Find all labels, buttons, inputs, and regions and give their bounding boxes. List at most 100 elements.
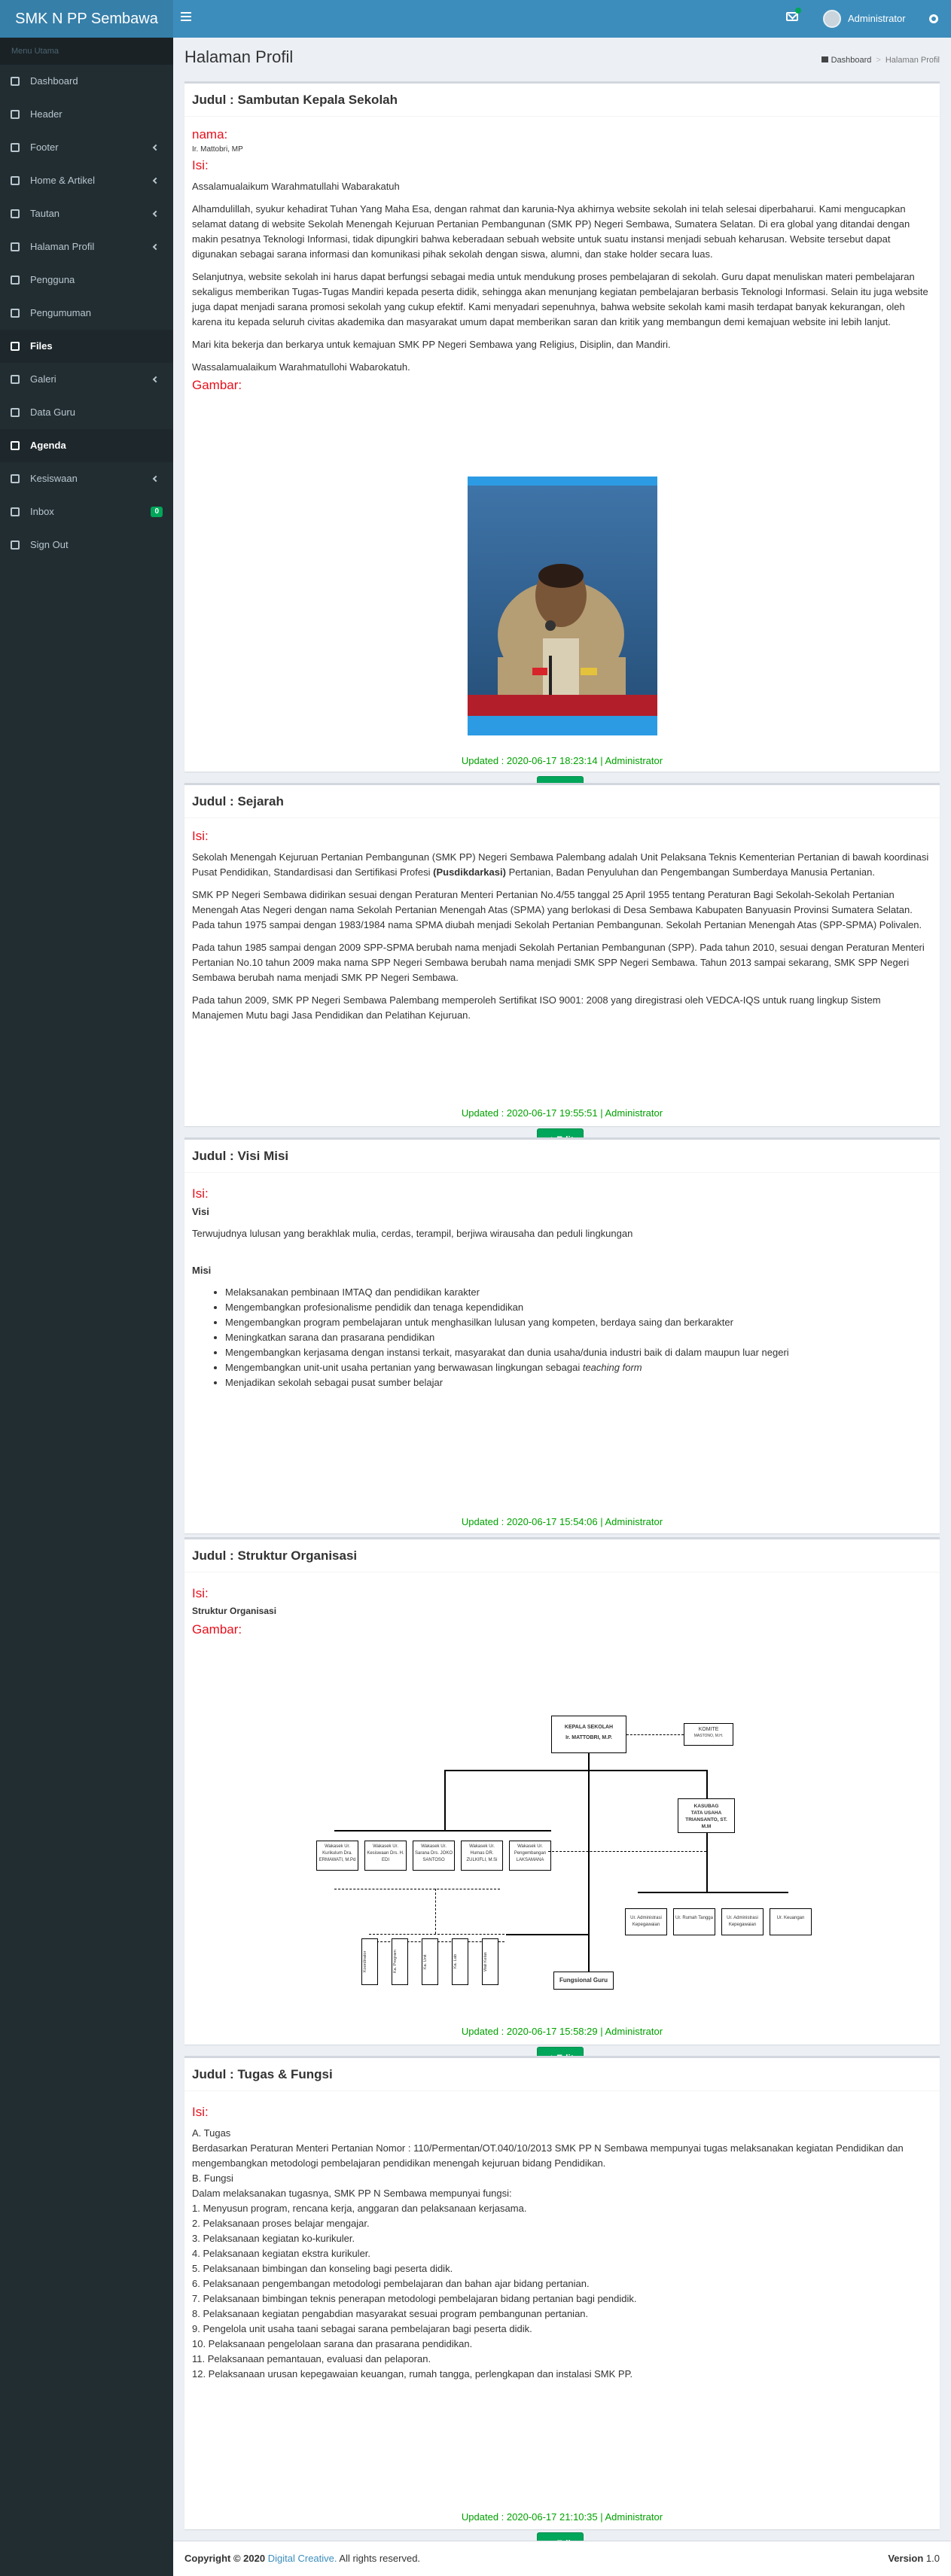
nama-value: Ir. Mattobri, MP bbox=[192, 145, 243, 154]
sidebar-item-halaman-profil[interactable]: Halaman Profil bbox=[0, 230, 173, 263]
org-chart: KEPALA SEKOLAH Ir. MATTOBRI, M.P. KOMITE… bbox=[316, 1716, 813, 2009]
sidebar-item-label: Pengumuman bbox=[30, 307, 91, 318]
dashed-connector bbox=[369, 1934, 504, 1935]
box-title: Judul : Sambutan Kepala Sekolah bbox=[184, 84, 940, 117]
sidebar-item-dashboard[interactable]: Dashboard bbox=[0, 65, 173, 98]
isi-label: Isi: bbox=[192, 158, 209, 172]
envelope-icon[interactable] bbox=[786, 12, 798, 21]
box-title: Judul : Sejarah bbox=[184, 785, 940, 818]
sidebar-item-label: Header bbox=[30, 108, 62, 120]
sidebar: Menu Utama Dashboard Header Footer Home & A… bbox=[0, 38, 173, 2576]
text-span: Pertanian, Badan Penyuluhan dan Pengemba… bbox=[505, 866, 875, 878]
text-line: B. Fungsi bbox=[192, 2173, 233, 2184]
sidebar-item-tautan[interactable]: Tautan bbox=[0, 197, 173, 230]
list-item: Meningkatkan sarana dan prasarana pendid… bbox=[225, 1330, 932, 1345]
org-box: Ur. Keuangan bbox=[770, 1908, 812, 1935]
page-title: Halaman Profil bbox=[184, 47, 294, 66]
org-box: Wali Kelas bbox=[482, 1938, 498, 1985]
sejarah-box: Judul : Sejarah Isi: Sekolah Menengah Ke… bbox=[184, 783, 940, 1151]
org-text: KASUBAG bbox=[693, 1804, 719, 1809]
struktur-box: Judul : Struktur Organisasi Isi: Struktu… bbox=[184, 1537, 940, 2069]
paragraph: Alhamdulillah, syukur kehadirat Tuhan Ya… bbox=[192, 203, 910, 260]
org-box: Ur. Rumah Tangga bbox=[673, 1908, 715, 1935]
paragraph: Pada tahun 1985 sampai dengan 2009 SPP-S… bbox=[192, 942, 925, 983]
chevron-left-icon bbox=[152, 210, 160, 218]
headmaster-photo bbox=[468, 477, 657, 735]
list-icon bbox=[11, 110, 20, 119]
paragraph: Assalamualaikum Warahmatullahi Wabarakat… bbox=[192, 181, 400, 192]
org-kepala: KEPALA SEKOLAH Ir. MATTOBRI, M.P. bbox=[551, 1716, 626, 1753]
version-label: Version bbox=[888, 2553, 924, 2564]
updated-text: Updated : 2020-06-17 19:55:51 | Administ… bbox=[461, 1107, 663, 1119]
sidebar-item-label: Galeri bbox=[30, 373, 56, 385]
org-line bbox=[638, 1892, 788, 1893]
chevron-left-icon bbox=[152, 243, 160, 251]
user-avatar[interactable] bbox=[823, 10, 841, 28]
org-text: Ir. MATTOBRI, M.P. bbox=[565, 1735, 612, 1740]
org-line bbox=[706, 1833, 708, 1892]
paragraph: Mari kita bekerja dan berkarya untuk kem… bbox=[192, 339, 671, 350]
box-title: Judul : Tugas & Fungsi bbox=[184, 2058, 940, 2091]
inbox-icon bbox=[11, 507, 20, 516]
settings-icon[interactable] bbox=[929, 14, 938, 23]
sidebar-item-header[interactable]: Header bbox=[0, 98, 173, 131]
bold-span: (Pusdikdarkasi) bbox=[433, 866, 506, 878]
list-item: Menjadikan sekolah sebagai pusat sumber … bbox=[225, 1375, 932, 1390]
breadcrumb-dashboard[interactable]: Dashboard bbox=[831, 56, 872, 65]
sidebar-item-pengumuman[interactable]: Pengumuman bbox=[0, 297, 173, 330]
sidebar-item-kesiswaan[interactable]: Kesiswaan bbox=[0, 462, 173, 495]
sidebar-item-label: Dashboard bbox=[30, 75, 78, 87]
list-icon bbox=[11, 143, 20, 152]
org-box: Wakasek Ur. Sarana Drs. JOKO SANTOSO bbox=[413, 1841, 455, 1871]
visi-text: Terwujudnya lulusan yang berakhlak mulia… bbox=[192, 1228, 633, 1239]
sambutan-box: Judul : Sambutan Kepala Sekolah nama: Ir… bbox=[184, 81, 940, 799]
footer: Copyright © 2020 Digital Creative. All r… bbox=[173, 2541, 951, 2576]
org-line bbox=[334, 1830, 551, 1832]
list-item: Mengembangkan profesionalisme pendidik d… bbox=[225, 1300, 932, 1315]
sidebar-item-label: Tautan bbox=[30, 208, 60, 219]
box-title: Judul : Struktur Organisasi bbox=[184, 1539, 940, 1573]
sidebar-item-label: Agenda bbox=[30, 440, 66, 451]
org-text: TRIANSANTO, ST. bbox=[685, 1817, 727, 1822]
chevron-left-icon bbox=[152, 177, 160, 184]
sidebar-item-pengguna[interactable]: Pengguna bbox=[0, 263, 173, 297]
isi-label: Isi: bbox=[192, 1586, 209, 1600]
sidebar-item-inbox[interactable]: Inbox 0 bbox=[0, 495, 173, 528]
sidebar-menu: Dashboard Header Footer Home & Artikel Tauta… bbox=[0, 65, 173, 562]
sidebar-item-sign-out[interactable]: Sign Out bbox=[0, 528, 173, 562]
sign-out-icon bbox=[11, 540, 20, 550]
text-line: 4. Pelaksanaan kegiatan ekstra kurikuler… bbox=[192, 2248, 371, 2259]
sidebar-item-agenda[interactable]: Agenda bbox=[0, 429, 173, 462]
org-box: Wakasek Ur. Kesiswaan Drs. H. EDI bbox=[364, 1841, 407, 1871]
users-icon bbox=[11, 408, 20, 417]
copyright-text: Copyright © 2020 bbox=[184, 2553, 266, 2564]
gambar-label: Gambar: bbox=[192, 378, 242, 392]
chevron-left-icon bbox=[152, 475, 160, 483]
tugas-text: A. Tugas Berdasarkan Peraturan Menteri Pe… bbox=[192, 2126, 932, 2382]
sejarah-text: Sekolah Menengah Kejuruan Pertanian Pemb… bbox=[192, 850, 932, 1023]
text-line: 11. Pelaksanaan pemantauan, evaluasi dan… bbox=[192, 2353, 431, 2364]
company-link[interactable]: Digital Creative. bbox=[268, 2553, 337, 2564]
paragraph: SMK PP Negeri Sembawa didirikan sesuai d… bbox=[192, 889, 922, 930]
sidebar-toggle-icon[interactable] bbox=[181, 12, 193, 24]
sidebar-item-files[interactable]: Files bbox=[0, 330, 173, 363]
isi-label: Isi: bbox=[192, 2105, 209, 2119]
sidebar-item-galeri[interactable]: Galeri bbox=[0, 363, 173, 396]
sidebar-item-footer[interactable]: Footer bbox=[0, 131, 173, 164]
link-icon bbox=[11, 209, 20, 218]
sidebar-item-home-artikel[interactable]: Home & Artikel bbox=[0, 164, 173, 197]
dashboard-icon bbox=[11, 77, 20, 86]
text-line: 7. Pelaksanaan bimbingan teknis penerapa… bbox=[192, 2293, 637, 2304]
user-menu[interactable]: Administrator bbox=[848, 0, 906, 38]
list-item: Mengembangkan unit-unit usaha pertanian … bbox=[225, 1360, 932, 1375]
sidebar-item-label: Files bbox=[30, 340, 53, 352]
box-title: Judul : Visi Misi bbox=[184, 1140, 940, 1173]
org-box: Wakasek Ur. Kurikulum Dra. ERMAWATI, M.P… bbox=[316, 1841, 358, 1871]
tugas-box: Judul : Tugas & Fungsi Isi: A. Tugas Berd… bbox=[184, 2056, 940, 2555]
paragraph: Selanjutnya, website sekolah ini harus d… bbox=[192, 271, 928, 327]
text-line: 5. Pelaksanaan bimbingan dan konseling b… bbox=[192, 2263, 453, 2274]
sidebar-item-label: Home & Artikel bbox=[30, 175, 95, 186]
app-logo[interactable]: SMK N PP Sembawa bbox=[0, 0, 173, 38]
bullhorn-icon bbox=[11, 309, 20, 318]
sidebar-item-data-guru[interactable]: Data Guru bbox=[0, 396, 173, 429]
